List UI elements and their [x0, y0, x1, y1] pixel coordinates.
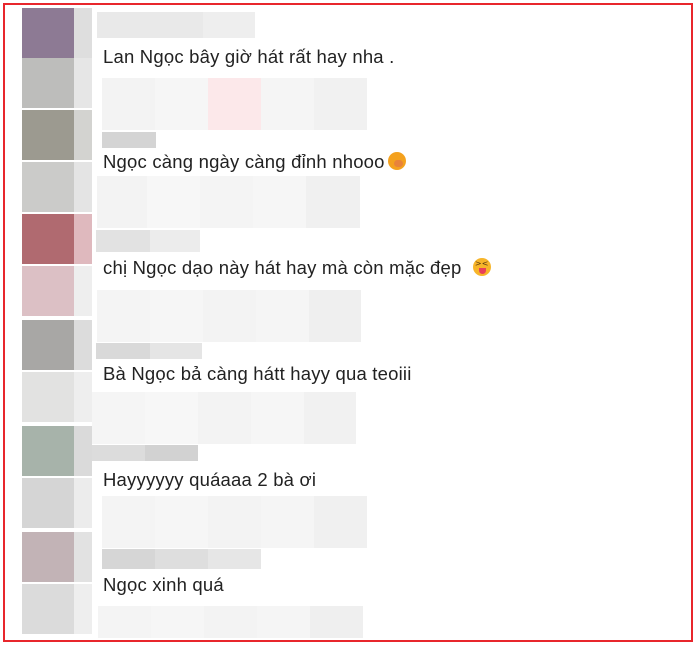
avatar-edge — [74, 426, 92, 476]
avatar[interactable] — [22, 162, 74, 212]
avatar[interactable] — [22, 478, 74, 528]
comment-text: Hayyyyyy quáaaa 2 bà ơi — [103, 469, 316, 491]
hand-over-mouth-emoji-icon — [387, 152, 406, 170]
avatar-edge — [74, 320, 92, 370]
avatar[interactable] — [22, 214, 74, 264]
avatar[interactable] — [22, 532, 74, 582]
comment-body: Lan Ngọc bây giờ hát rất hay nha . — [103, 46, 395, 67]
avatar[interactable] — [22, 372, 74, 422]
avatar-edge — [74, 58, 92, 108]
avatar-edge — [74, 8, 92, 58]
comment-text: Bà Ngọc bả càng hátt hayy qua teoiii — [103, 363, 412, 385]
avatar-edge — [74, 266, 92, 316]
avatar-edge — [74, 532, 92, 582]
comment-body: Bà Ngọc bả càng hátt hayy qua teoiii — [103, 363, 412, 384]
comment-body: Hayyyyyy quáaaa 2 bà ơi — [103, 469, 317, 490]
avatar-edge — [74, 110, 92, 160]
comment-text: Ngọc xinh quá — [103, 574, 224, 596]
avatar[interactable] — [22, 320, 74, 370]
avatar-edge — [74, 478, 92, 528]
avatar[interactable] — [22, 58, 74, 108]
squinting-tongue-emoji-icon — [472, 258, 491, 276]
comment-body: chị Ngọc dạo này hát hay mà còn mặc đẹp — [103, 257, 462, 278]
avatar[interactable] — [22, 426, 74, 476]
avatar[interactable] — [22, 266, 74, 316]
avatar[interactable] — [22, 110, 74, 160]
avatar[interactable] — [22, 584, 74, 634]
comment-body: Ngọc càng ngày càng đỉnh nhooo — [103, 151, 385, 172]
avatar-edge — [74, 372, 92, 422]
avatar-edge — [74, 162, 92, 212]
avatar[interactable] — [22, 8, 74, 58]
comment-text: Ngọc càng ngày càng đỉnh nhooo — [103, 151, 406, 173]
comment-text: Lan Ngọc bây giờ hát rất hay nha . — [103, 46, 394, 68]
avatar-edge — [74, 214, 92, 264]
comment-body: Ngọc xinh quá — [103, 574, 224, 595]
comment-text: chị Ngọc dạo này hát hay mà còn mặc đẹp — [103, 257, 491, 279]
avatar-edge — [74, 584, 92, 634]
